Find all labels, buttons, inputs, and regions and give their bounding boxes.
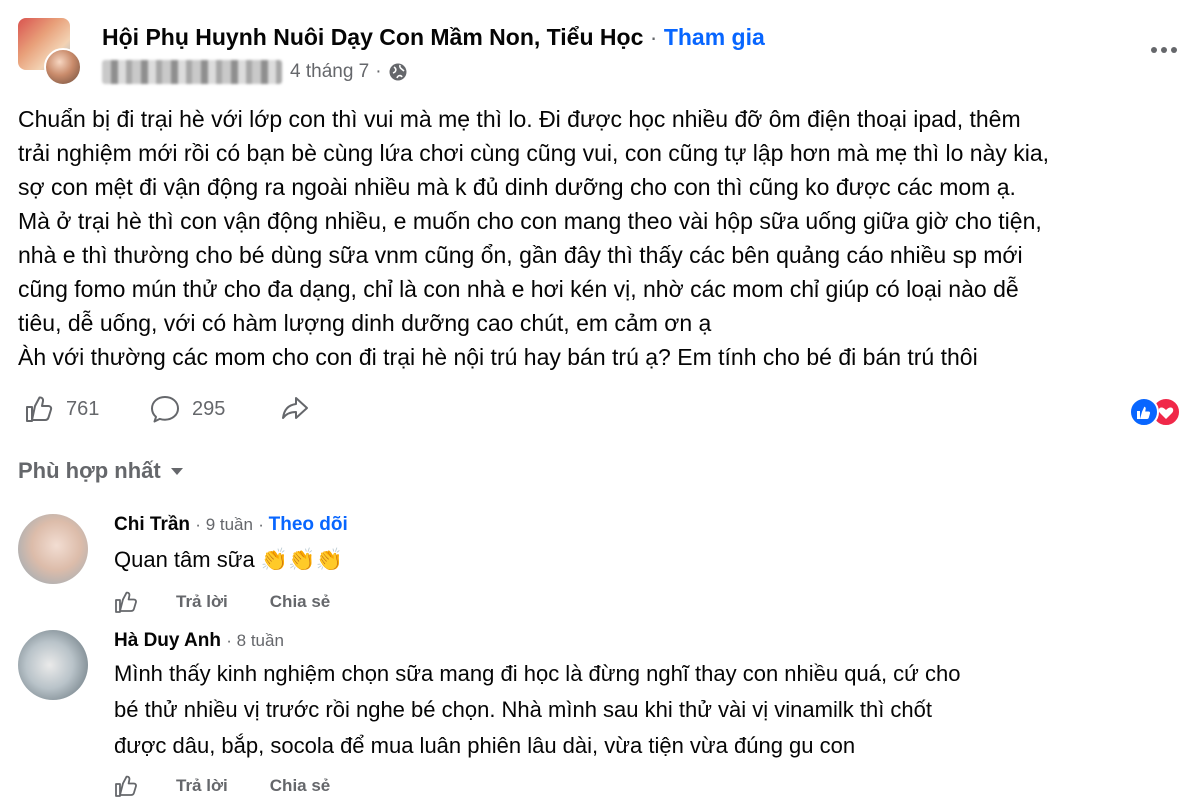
group-name-link[interactable]: Hội Phụ Huynh Nuôi Dạy Con Mầm Non, Tiểu… [102, 24, 643, 50]
clapping-hands-emoji: 👏👏👏 [260, 547, 343, 572]
comment-actions: Trả lời Chia sẻ [112, 588, 330, 616]
separator-dot: · [649, 24, 658, 50]
post-body-line: Chuẩn bị đi trại hè với lớp con thì vui … [18, 106, 1021, 132]
comment-time[interactable]: 8 tuần [237, 631, 284, 650]
comment-header: Hà Duy Anh · 8 tuần [114, 630, 284, 651]
post-body-line: sợ con mệt đi vận động ra ngoài nhiều mà… [18, 174, 1016, 200]
share-comment-button[interactable]: Chia sẻ [270, 592, 330, 612]
comment-time[interactable]: 9 tuần [206, 515, 253, 534]
share-button[interactable] [278, 392, 312, 426]
comment-button[interactable]: 295 [148, 392, 225, 426]
caret-down-icon [170, 468, 183, 475]
post-header: Hội Phụ Huynh Nuôi Dạy Con Mầm Non, Tiểu… [18, 14, 1182, 90]
commenter-name[interactable]: Chi Trần [114, 514, 190, 535]
commenter-name[interactable]: Hà Duy Anh [114, 630, 221, 651]
more-options-icon[interactable] [1146, 38, 1182, 62]
follow-button[interactable]: Theo dõi [269, 514, 348, 535]
comment-count: 295 [192, 397, 226, 420]
reply-button[interactable]: Trả lời [176, 592, 228, 612]
comment-bubble-icon [151, 396, 179, 423]
comment-sort-dropdown[interactable]: Phù hợp nhất [18, 458, 185, 484]
like-button[interactable]: 761 [22, 392, 99, 426]
author-avatar[interactable] [44, 48, 82, 86]
comment-actions: Trả lời Chia sẻ [112, 772, 330, 800]
post-body-line: tiêu, dễ uống, với có hàm lượng dinh dưỡ… [18, 310, 712, 336]
reply-button[interactable]: Trả lời [176, 776, 228, 796]
post-body-line: nhà e thì thường cho bé dùng sữa vnm cũn… [18, 242, 1023, 268]
thumbs-up-icon[interactable] [112, 588, 140, 616]
post-body-line: trải nghiệm mới rồi có bạn bè cùng lứa c… [18, 140, 1050, 166]
post-body-line: Àh với thường các mom cho con đi trại hè… [18, 344, 978, 370]
post-body-line: Mà ở trại hè thì con vận động nhiều, e m… [18, 208, 1042, 234]
post-meta: 4 tháng 7 · [102, 60, 408, 84]
commenter-avatar[interactable] [18, 514, 88, 584]
group-title-line: Hội Phụ Huynh Nuôi Dạy Con Mầm Non, Tiểu… [102, 24, 765, 51]
comment-text: Mình thấy kinh nghiệm chọn sữa mang đi h… [114, 656, 1114, 764]
like-love-reactions-icon[interactable] [1122, 396, 1182, 428]
comment-body-line: Mình thấy kinh nghiệm chọn sữa mang đi h… [114, 661, 961, 686]
join-group-button[interactable]: Tham gia [664, 24, 765, 50]
post-date[interactable]: 4 tháng 7 [290, 61, 369, 83]
blurred-author-name [102, 60, 282, 84]
comment-body-line: được dâu, bắp, socola để mua luân phiên … [114, 733, 856, 758]
comment-body-line: bé thử nhiều vị trước rồi nghe bé chọn. … [114, 697, 933, 722]
comment-body: Quan tâm sữa [114, 547, 255, 572]
post-body: Chuẩn bị đi trại hè với lớp con thì vui … [18, 102, 1178, 374]
thumbs-up-icon[interactable] [112, 772, 140, 800]
separator-dot: · [375, 61, 382, 82]
comment-header: Chi Trần · 9 tuần · Theo dõi [114, 514, 348, 535]
share-comment-button[interactable]: Chia sẻ [270, 776, 330, 796]
commenter-avatar[interactable] [18, 630, 88, 700]
sort-label: Phù hợp nhất [18, 458, 161, 483]
post-actions-bar: 761 295 [22, 392, 1182, 432]
thumbs-up-icon [26, 396, 53, 422]
share-arrow-icon [282, 397, 308, 419]
like-count: 761 [66, 397, 100, 420]
globe-icon [389, 63, 407, 81]
comment-text: Quan tâm sữa 👏👏👏 [114, 542, 1114, 578]
post-body-line: cũng fomo mún thử cho đa dạng, chỉ là co… [18, 276, 1019, 302]
